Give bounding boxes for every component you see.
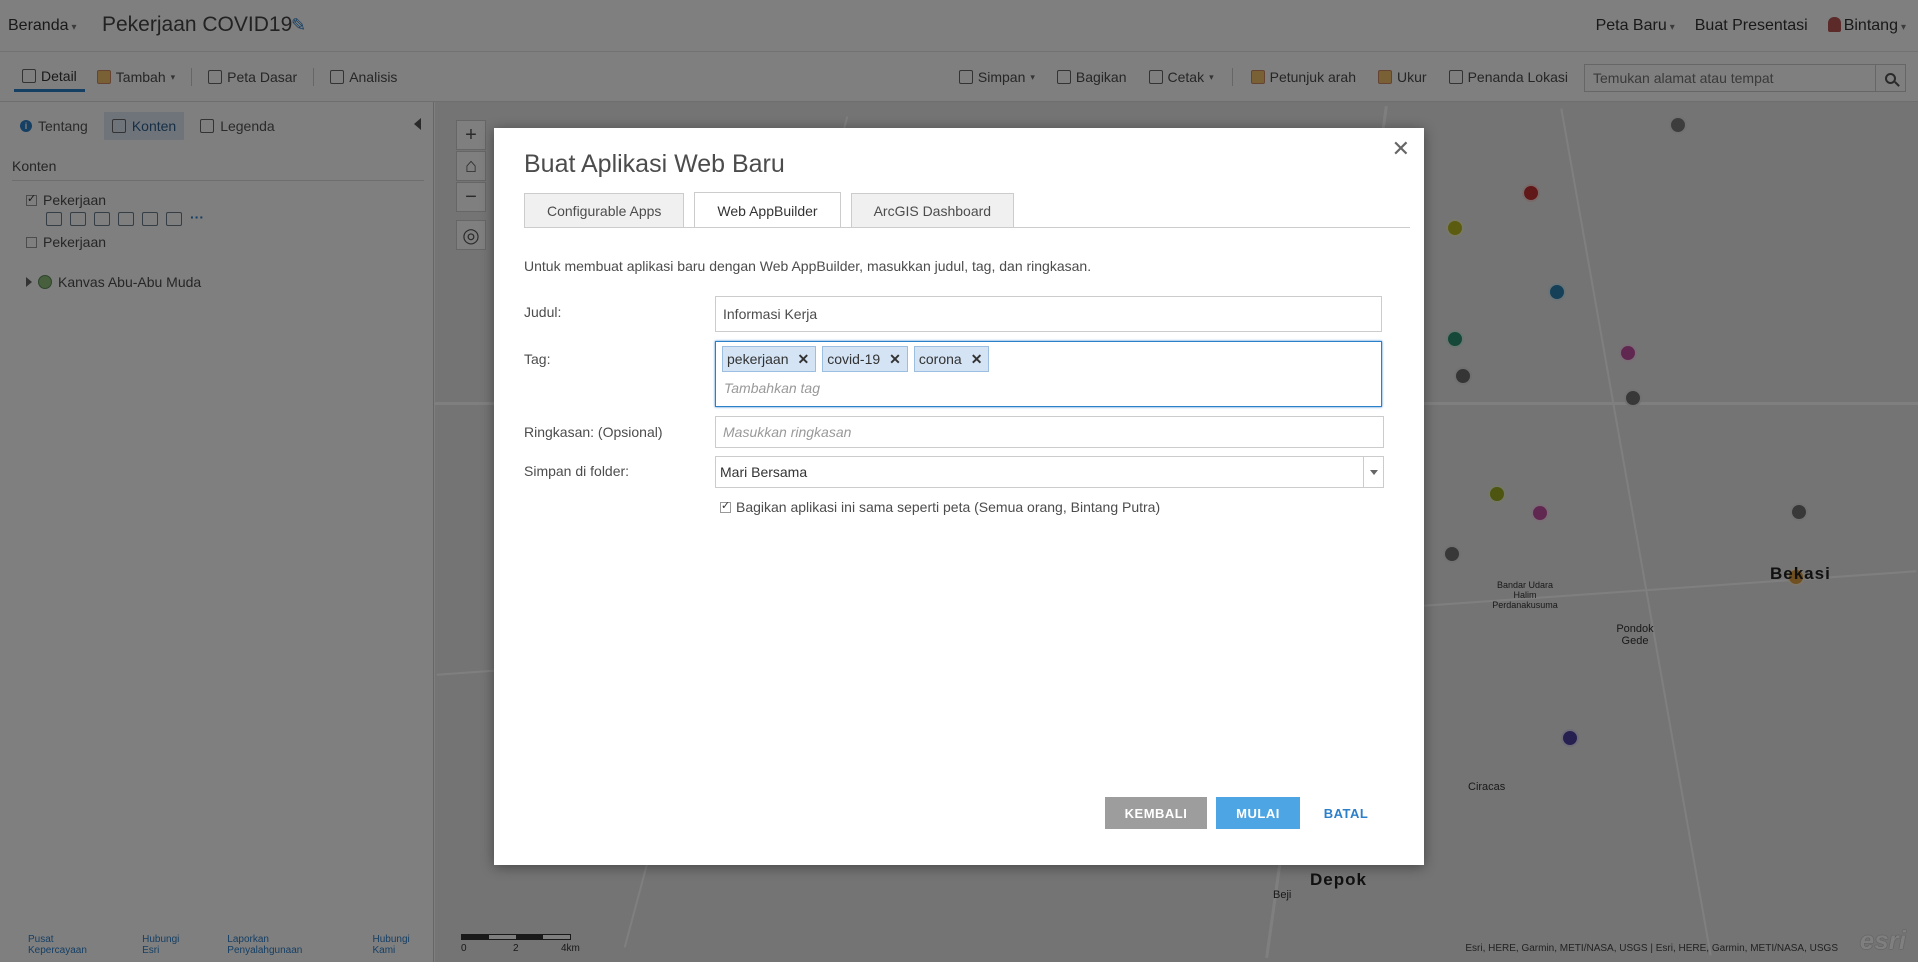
tag-label: Tag: [524, 351, 551, 367]
tag-placeholder: Tambahkan tag [724, 380, 820, 396]
tag-input[interactable]: pekerjaan ✕ covid-19 ✕ corona ✕ Tambahkan t… [715, 341, 1382, 407]
start-button[interactable]: MULAI [1216, 797, 1300, 829]
folder-select-value: Mari Bersama [720, 464, 808, 480]
tab-configurable-apps[interactable]: Configurable Apps [524, 193, 685, 227]
summary-placeholder: Masukkan ringkasan [723, 424, 852, 440]
close-icon[interactable]: ✕ [1392, 138, 1410, 160]
summary-label: Ringkasan: (Opsional) [524, 424, 663, 440]
dialog-description: Untuk membuat aplikasi baru dengan Web A… [524, 258, 1092, 274]
share-label: Bagikan aplikasi ini sama seperti peta (… [736, 499, 1161, 515]
tab-arcgis-dashboard[interactable]: ArcGIS Dashboard [850, 193, 1015, 227]
share-checkbox[interactable] [720, 499, 731, 513]
tag-chip: pekerjaan ✕ [722, 346, 817, 372]
tag-chip: covid-19 ✕ [822, 346, 908, 372]
remove-tag-icon[interactable]: ✕ [889, 351, 901, 368]
title-input-value: Informasi Kerja [723, 306, 818, 322]
summary-input[interactable]: Masukkan ringkasan [715, 416, 1384, 448]
title-input[interactable]: Informasi Kerja [715, 296, 1382, 332]
back-button[interactable]: KEMBALI [1105, 797, 1207, 829]
divider [524, 227, 1410, 228]
remove-tag-icon[interactable]: ✕ [798, 351, 810, 368]
cancel-button[interactable]: BATAL [1309, 797, 1383, 829]
dialog-title: Buat Aplikasi Web Baru [524, 150, 785, 178]
tag-chip: corona ✕ [913, 346, 990, 372]
folder-label: Simpan di folder: [524, 463, 630, 479]
share-option: Bagikan aplikasi ini sama seperti peta (… [720, 499, 1160, 515]
tag-text: covid-19 [827, 351, 881, 367]
tag-text: corona [918, 351, 962, 367]
folder-select[interactable]: Mari Bersama [715, 456, 1384, 488]
tab-web-appbuilder[interactable]: Web AppBuilder [694, 192, 841, 228]
remove-tag-icon[interactable]: ✕ [971, 351, 983, 368]
create-web-app-dialog: ✕ Buat Aplikasi Web Baru Configurable Ap… [494, 128, 1424, 865]
title-label: Judul: [524, 304, 562, 320]
chevron-down-icon[interactable] [1363, 457, 1383, 487]
tag-text: pekerjaan [727, 351, 789, 367]
